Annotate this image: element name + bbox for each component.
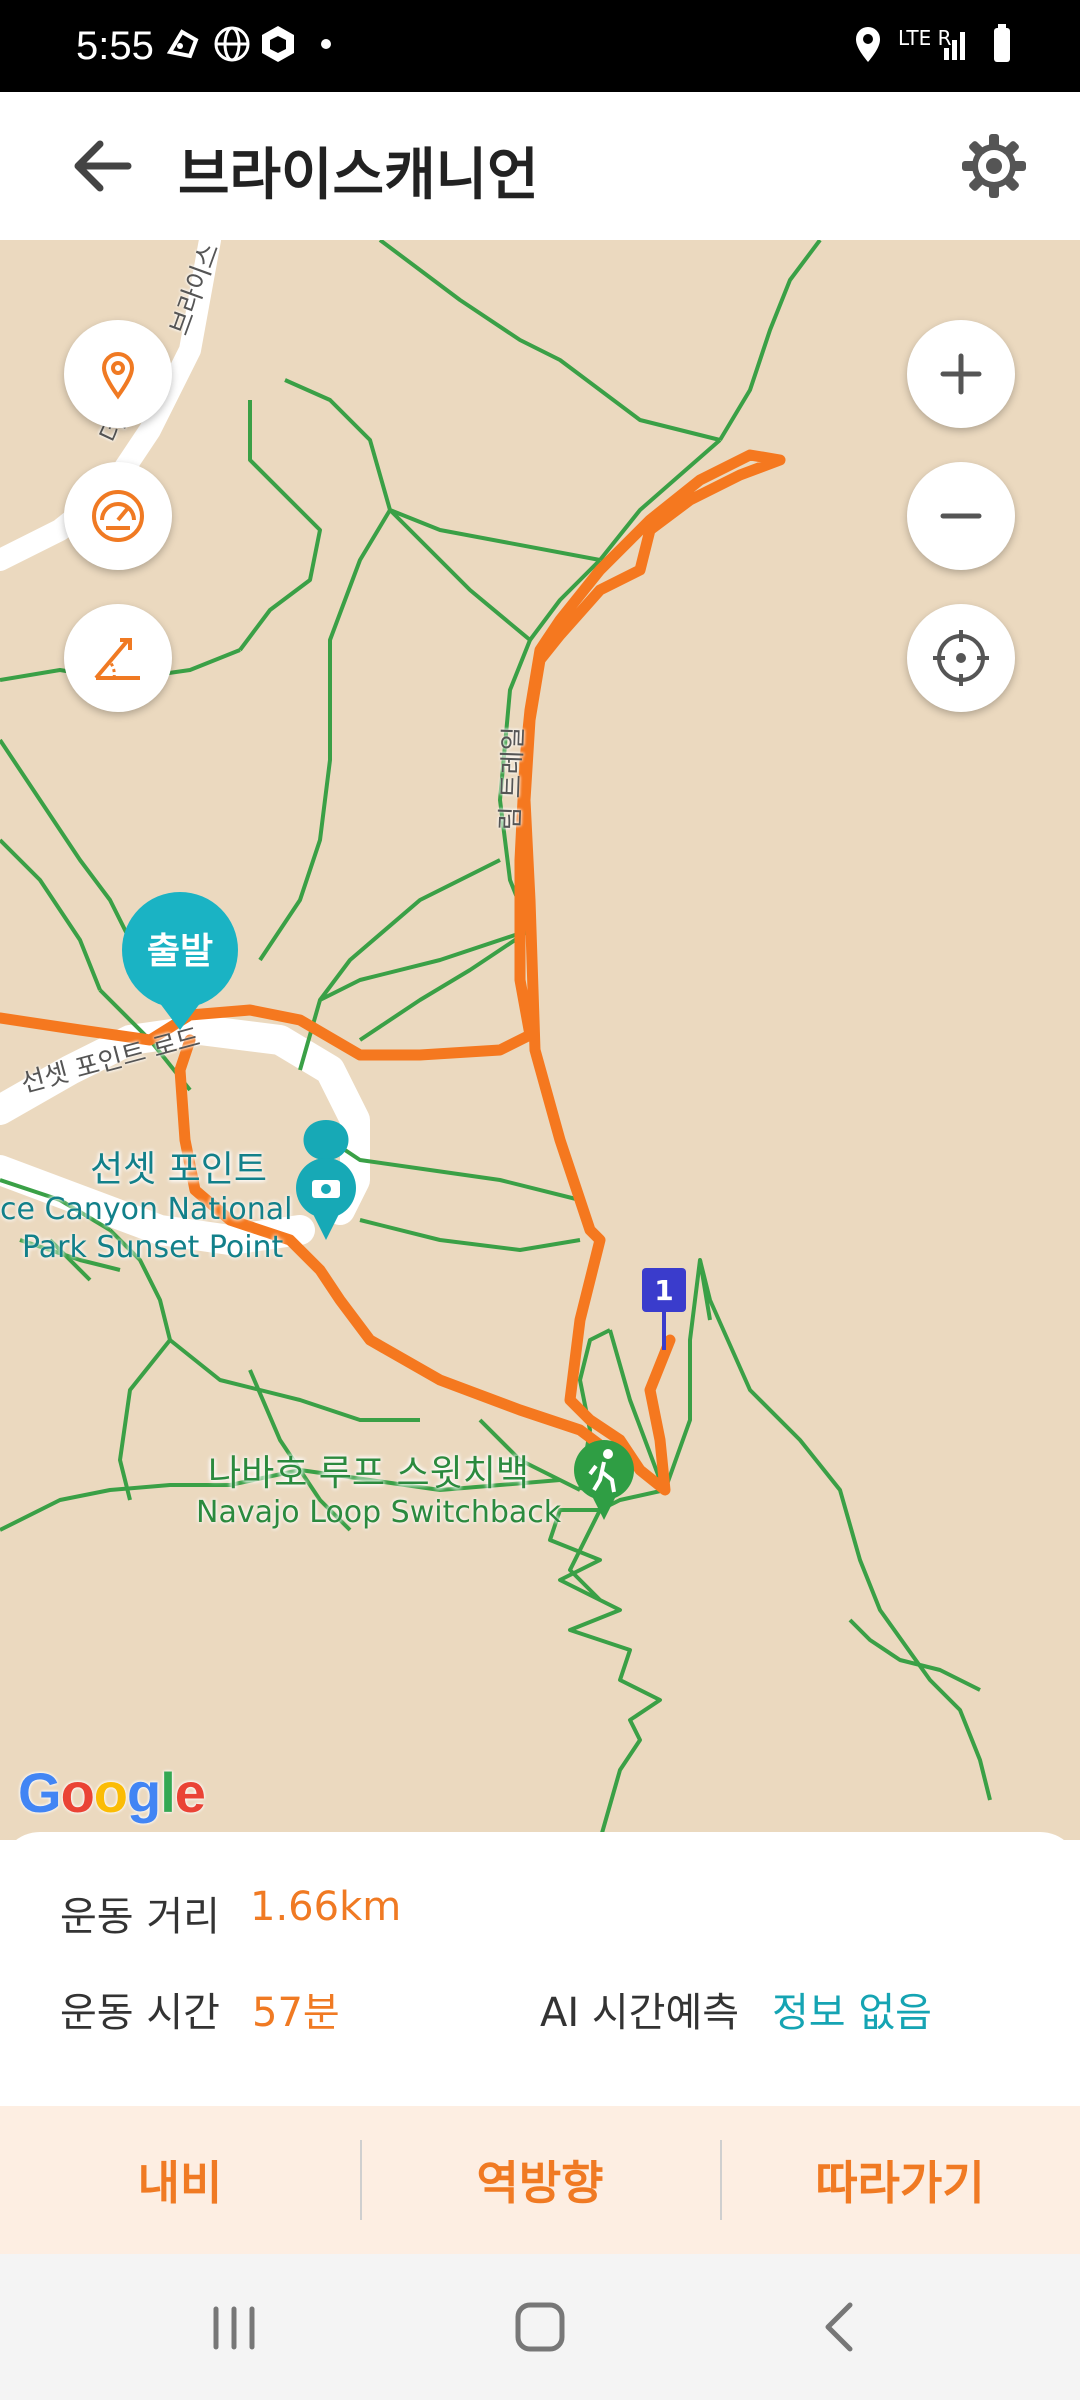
- zoom-out-icon: [940, 513, 982, 519]
- location-pin-icon: [101, 352, 135, 400]
- follow-button[interactable]: 따라가기: [720, 2106, 1080, 2254]
- gear-icon[interactable]: [950, 122, 1038, 210]
- app-bar: 브라이스캐니언: [0, 92, 1080, 242]
- zoom-in-button[interactable]: [907, 320, 1015, 428]
- cube-icon: [262, 26, 294, 62]
- time-label: 운동 시간: [60, 1990, 220, 2036]
- action-bar: 내비 역방향 따라가기: [0, 2106, 1080, 2254]
- distance-value: 1.66km: [250, 1884, 402, 1930]
- shoe-icon: [166, 29, 199, 59]
- status-bar: 5:55 LTE R: [0, 0, 1080, 92]
- google-logo: Google: [18, 1761, 206, 1824]
- waypoint-number: 1: [654, 1274, 674, 1307]
- road-label-rim-trail: 림 트레일: [495, 726, 530, 832]
- speedometer-icon: [92, 490, 144, 542]
- ai-prediction-value: 정보 없음: [772, 1990, 932, 2036]
- location-icon: [856, 27, 880, 62]
- dot-icon: [321, 39, 331, 49]
- time-value: 57분: [252, 1990, 340, 2036]
- zoom-out-button[interactable]: [907, 462, 1015, 570]
- my-location-button[interactable]: [907, 604, 1015, 712]
- navi-button[interactable]: 내비: [0, 2106, 360, 2254]
- poi-navajo-ko: 나바호 루프 스윗치백: [208, 1453, 529, 1494]
- poi-sunset-point-en-2: Park Sunset Point: [22, 1230, 284, 1265]
- poi-sunset-point-en-1: ce Canyon National: [0, 1192, 293, 1227]
- back-button[interactable]: [60, 122, 148, 210]
- status-time: 5:55: [76, 24, 154, 68]
- poi-sunset-point-ko: 선셋 포인트: [90, 1149, 268, 1190]
- start-marker-label: 출발: [146, 931, 214, 972]
- map-view[interactable]: 브라이스 더로 림 트레일 선셋 포인트 로드 선셋 포인트 ce Canyon…: [0, 240, 1080, 1840]
- zoom-in-icon: [940, 353, 982, 395]
- battery-icon: [994, 24, 1010, 62]
- page-title: 브라이스캐니언: [178, 143, 539, 208]
- stats-panel: 운동 거리 1.66km 운동 시간 57분 AI 시간예측 정보 없음: [0, 1832, 1080, 2106]
- reverse-button[interactable]: 역방향: [360, 2106, 720, 2254]
- lte-signal-icon: [944, 32, 965, 60]
- recent-apps-icon[interactable]: [184, 2277, 284, 2377]
- globe-icon: [214, 26, 250, 62]
- poi-navajo-en: Navajo Loop Switchback: [196, 1495, 562, 1530]
- distance-label: 운동 거리: [60, 1894, 220, 1940]
- speedometer-button[interactable]: [64, 462, 172, 570]
- location-pin-button[interactable]: [64, 320, 172, 428]
- crosshair-icon: [933, 630, 989, 686]
- system-nav-bar: [0, 2254, 1080, 2400]
- elevation-icon: [94, 638, 140, 680]
- ai-prediction-label: AI 시간예측: [540, 1990, 740, 2036]
- elevation-button[interactable]: [64, 604, 172, 712]
- back-icon[interactable]: [790, 2277, 890, 2377]
- home-icon[interactable]: [490, 2277, 590, 2377]
